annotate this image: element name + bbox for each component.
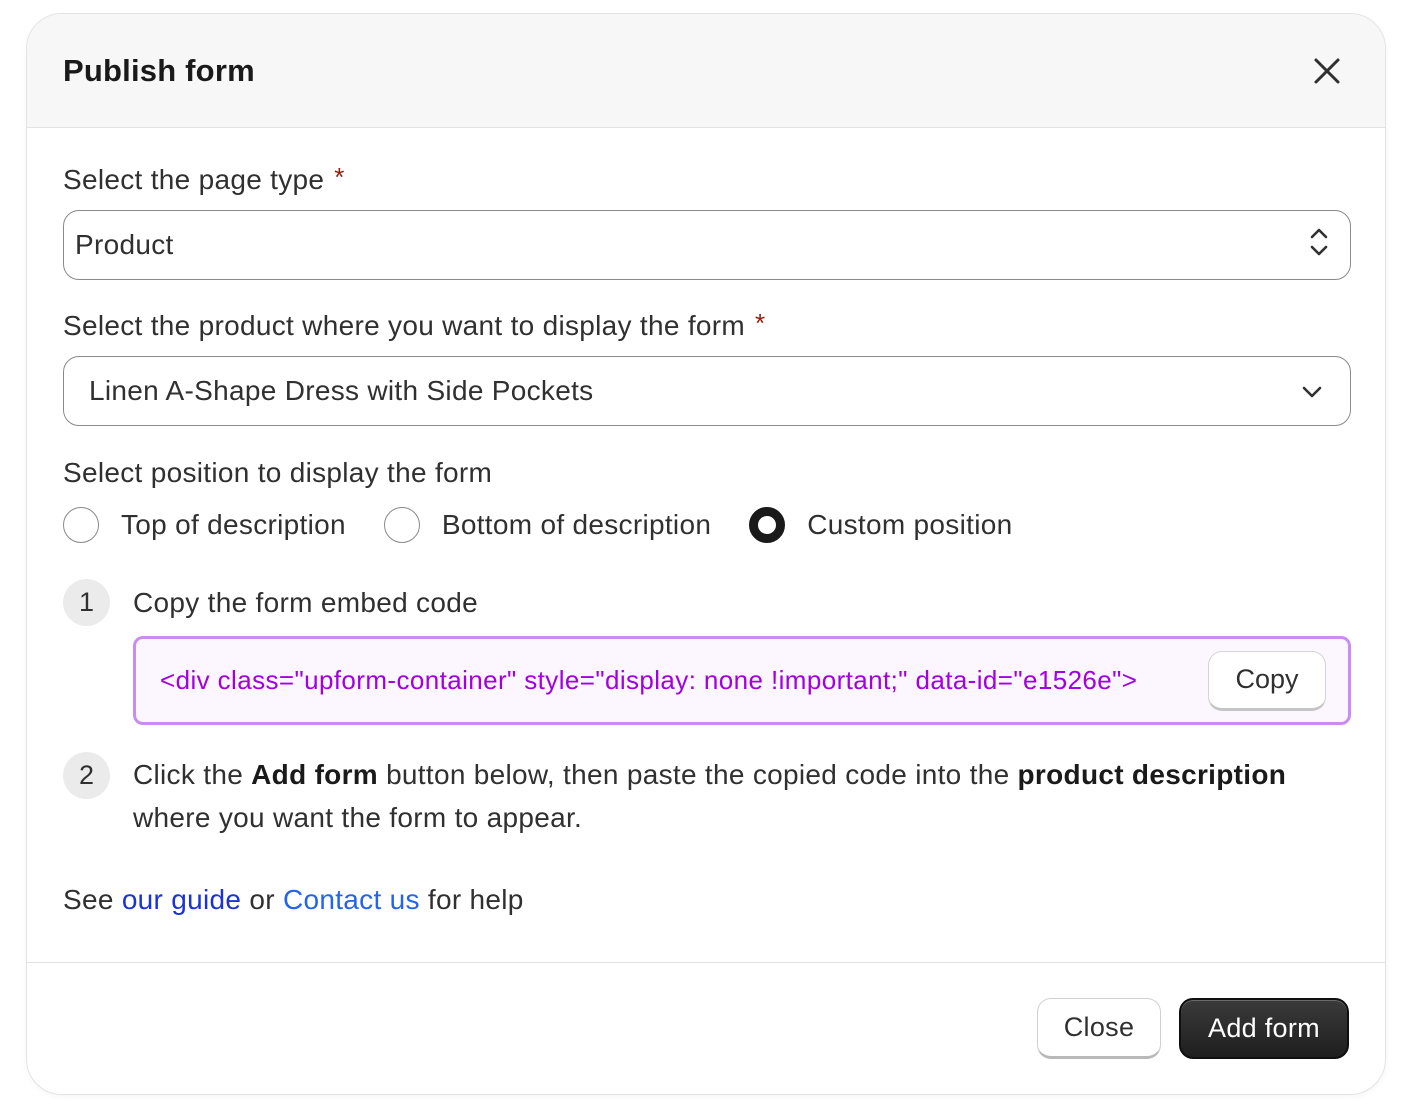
- radio-button[interactable]: [383, 507, 420, 543]
- add-form-button[interactable]: Add form: [1179, 998, 1349, 1059]
- page-type-select[interactable]: Product: [63, 210, 1351, 280]
- radio-button-checked[interactable]: [749, 507, 786, 543]
- radio-label: Bottom of description: [441, 509, 712, 540]
- radio-top-of-description[interactable]: Top of description: [63, 507, 346, 543]
- radio-custom-position[interactable]: Custom position: [749, 507, 1012, 543]
- product-value: Linen A-Shape Dress with Side Pockets: [89, 375, 594, 406]
- step-2-text: Click the Add form button below, then pa…: [133, 753, 1349, 839]
- required-mark: *: [334, 162, 345, 192]
- modal-body: Select the page type * Product Select th…: [27, 128, 1385, 916]
- radio-label: Top of description: [121, 509, 346, 540]
- position-radio-group: Top of description Bottom of description…: [63, 501, 1349, 549]
- close-button[interactable]: Close: [1037, 998, 1161, 1059]
- help-line: See our guide or Contact us for help: [63, 884, 1349, 916]
- help-prefix: See: [63, 884, 122, 915]
- copy-button[interactable]: Copy: [1208, 650, 1326, 711]
- step-2-text-part: Click the: [133, 759, 252, 790]
- page-type-label-text: Select the page type: [63, 164, 325, 195]
- step-1: 1 Copy the form embed code <div class="u…: [63, 579, 1351, 725]
- position-label-text: Select position to display the form: [63, 457, 493, 488]
- step-2-content: Click the Add form button below, then pa…: [133, 753, 1349, 839]
- modal-footer: Close Add form: [27, 962, 1385, 1094]
- radio-label: Custom position: [807, 509, 1013, 540]
- publish-form-modal: Publish form Select the page type * Prod…: [26, 13, 1386, 1095]
- modal-title: Publish form: [63, 52, 255, 88]
- page-type-value: Product: [75, 229, 174, 260]
- product-select[interactable]: Linen A-Shape Dress with Side Pockets: [63, 356, 1351, 426]
- step-number: 2: [63, 752, 110, 799]
- step-2-bold-product-description: product description: [1017, 759, 1287, 790]
- page-type-label: Select the page type *: [63, 162, 1349, 196]
- embed-code[interactable]: <div class="upform-container" style="dis…: [160, 665, 1137, 696]
- step-1-title: Copy the form embed code: [133, 587, 478, 618]
- help-suffix: for help: [419, 884, 524, 915]
- chevron-down-icon: [1300, 375, 1324, 407]
- help-middle: or: [241, 884, 283, 915]
- step-2-text-part: where you want the form to appear.: [133, 802, 583, 833]
- step-number: 1: [63, 579, 110, 626]
- step-2-text-part: button below, then paste the copied code…: [377, 759, 1018, 790]
- embed-code-box: <div class="upform-container" style="dis…: [133, 636, 1351, 725]
- select-updown-icon: [1308, 226, 1330, 265]
- modal-header: Publish form: [27, 14, 1385, 128]
- required-mark: *: [755, 308, 766, 338]
- radio-button[interactable]: [63, 507, 99, 543]
- step-1-content: Copy the form embed code <div class="upf…: [133, 579, 1351, 725]
- our-guide-link[interactable]: our guide: [122, 884, 241, 915]
- product-label-text: Select the product where you want to dis…: [63, 310, 746, 341]
- close-icon[interactable]: [1305, 49, 1349, 93]
- radio-bottom-of-description[interactable]: Bottom of description: [383, 507, 712, 543]
- step-2: 2 Click the Add form button below, then …: [63, 752, 1349, 839]
- contact-us-link[interactable]: Contact us: [283, 884, 420, 915]
- product-label: Select the product where you want to dis…: [63, 308, 1349, 342]
- step-2-bold-add-form: Add form: [251, 759, 378, 790]
- position-label: Select position to display the form: [63, 457, 1349, 489]
